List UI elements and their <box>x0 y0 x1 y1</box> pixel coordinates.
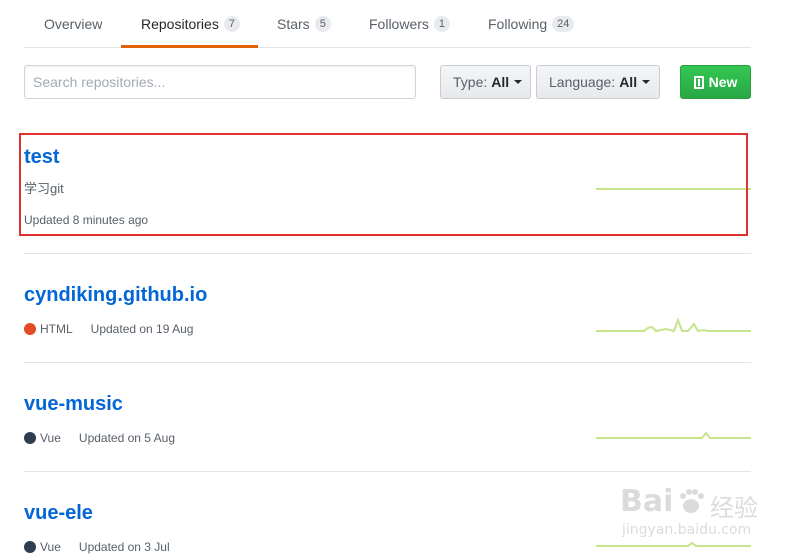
tab-label: Overview <box>44 16 103 32</box>
watermark-text: Bai <box>620 484 674 519</box>
repo-name-link[interactable]: vue-music <box>24 393 123 416</box>
tab-following[interactable]: Following 24 <box>488 0 575 48</box>
type-filter-label: Type: <box>453 74 488 90</box>
tab-label: Stars <box>277 16 310 32</box>
type-filter-button[interactable]: Type: All <box>440 65 531 99</box>
highlight-box <box>19 133 748 236</box>
language-color-dot <box>24 323 36 335</box>
tab-label: Repositories <box>141 16 219 32</box>
tab-counter: 7 <box>223 16 240 32</box>
caret-down-icon <box>642 80 651 84</box>
repo-language: Vue <box>40 540 61 554</box>
profile-tabs: Overview Repositories 7 Stars 5 Follower… <box>24 0 751 48</box>
divider <box>24 471 751 472</box>
tab-overview[interactable]: Overview <box>44 0 102 48</box>
repo-language: Vue <box>40 431 61 445</box>
baidu-watermark: Bai 经验 jingyan.baidu.com <box>620 484 790 544</box>
language-filter-value: All <box>619 74 638 90</box>
list-item: cyndiking.github.io HTML Updated on 19 A… <box>24 278 751 358</box>
repo-updated: Updated on 19 Aug <box>90 322 194 336</box>
repo-book-icon <box>693 75 704 89</box>
repo-name-link[interactable]: cyndiking.github.io <box>24 284 207 307</box>
language-color-dot <box>24 541 36 553</box>
repo-updated: Updated on 3 Jul <box>78 540 170 554</box>
tab-followers[interactable]: Followers 1 <box>369 0 451 48</box>
selected-tab-underline <box>121 45 258 48</box>
language-filter-label: Language: <box>549 74 616 90</box>
paw-icon <box>680 489 704 513</box>
repo-meta: HTML Updated on 19 Aug <box>24 322 193 336</box>
tab-label: Followers <box>369 16 429 32</box>
divider <box>24 362 751 363</box>
tab-repositories[interactable]: Repositories 7 <box>141 0 240 48</box>
repo-language: HTML <box>40 322 73 336</box>
activity-sparkline <box>596 431 751 439</box>
list-item: vue-music Vue Updated on 5 Aug <box>24 387 751 467</box>
tab-counter: 1 <box>433 16 451 32</box>
tab-label: Following <box>488 16 548 32</box>
new-button-label: New <box>708 74 738 90</box>
repo-updated: Updated on 5 Aug <box>78 431 175 445</box>
search-input[interactable] <box>24 65 416 99</box>
tab-counter: 24 <box>552 16 575 32</box>
watermark-url: jingyan.baidu.com <box>622 522 752 538</box>
language-color-dot <box>24 432 36 444</box>
activity-sparkline <box>596 317 751 333</box>
repo-meta: Vue Updated on 3 Jul <box>24 540 170 554</box>
divider <box>24 253 751 254</box>
watermark-text: 经验 <box>710 494 758 522</box>
new-repository-button[interactable]: New <box>680 65 751 99</box>
repo-name-link[interactable]: vue-ele <box>24 502 93 525</box>
caret-down-icon <box>514 80 523 84</box>
tab-stars[interactable]: Stars 5 <box>277 0 331 48</box>
repo-meta: Vue Updated on 5 Aug <box>24 431 175 445</box>
language-filter-button[interactable]: Language: All <box>536 65 660 99</box>
type-filter-value: All <box>491 74 510 90</box>
tab-counter: 5 <box>314 16 331 32</box>
